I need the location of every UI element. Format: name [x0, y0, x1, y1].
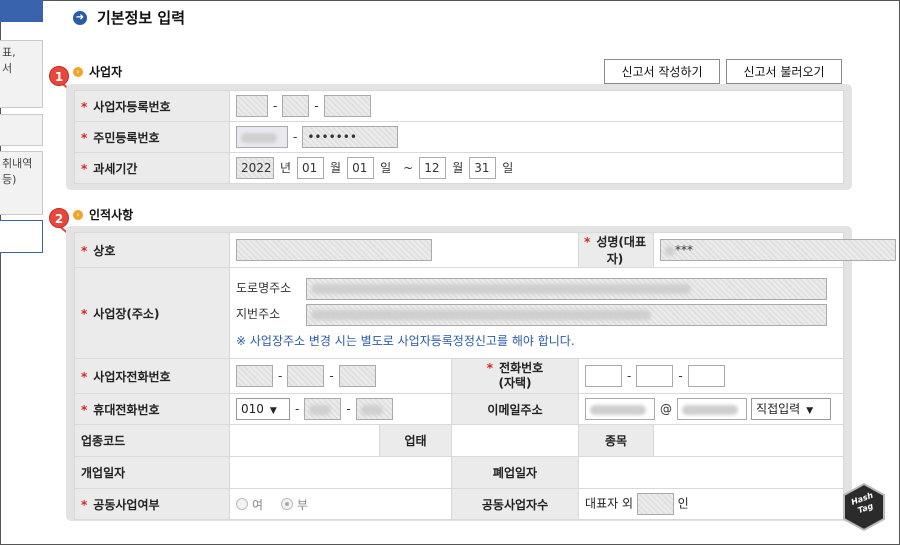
chevron-down-icon: ▼ — [269, 406, 277, 416]
day-unit: 일 — [502, 160, 514, 175]
business-item-value — [653, 424, 844, 457]
rep-except-text: 대표자 외 — [585, 496, 634, 511]
sidebar-item-4[interactable] — [0, 220, 43, 253]
tax-period-label: * 과세기간 — [74, 152, 230, 184]
sidebar-item-3[interactable]: 취내역 등) — [0, 151, 43, 215]
bizno-part2-input[interactable] — [282, 95, 310, 117]
end-day-input[interactable]: 31 — [469, 157, 497, 179]
rep-name-label: * 성명(대표자) — [578, 232, 655, 268]
home-phone-label: * 전화번호 (자택) — [450, 358, 580, 394]
email-domain-select[interactable]: 직접입력 ▼ — [751, 398, 832, 420]
arrow-right-circle-icon: › — [73, 66, 83, 77]
trade-name-label: * 상호 — [74, 232, 230, 268]
joint-business-label: * 공동사업여부 — [74, 488, 230, 520]
joint-no-label: 부 — [296, 497, 308, 512]
open-date-label: 개업일자 — [74, 456, 230, 489]
section-title-personal: › 인적사항 — [73, 206, 133, 223]
business-item-label: 종목 — [578, 424, 655, 457]
business-type-value — [450, 424, 580, 457]
page-title-text: 기본정보 입력 — [97, 9, 186, 27]
joint-yes-radio[interactable] — [236, 498, 248, 510]
biz-phone-part2-input[interactable] — [287, 365, 325, 387]
email-domain-input[interactable] — [677, 398, 748, 420]
resident-back-input[interactable]: ••••••• — [302, 126, 399, 148]
mobile-part2-input[interactable] — [304, 398, 342, 420]
business-type-label: 업태 — [379, 424, 452, 457]
email-id-input[interactable] — [585, 398, 656, 420]
address-change-note: ※ 사업장주소 변경 시는 별도로 사업자등록정정신고를 해야 합니다. — [236, 333, 575, 348]
road-address-label: 도로명주소 — [236, 281, 292, 295]
biz-phone-part1-input[interactable] — [236, 365, 273, 387]
sidebar-item-3-label: 취내역 등) — [2, 157, 33, 186]
range-tilde: ~ — [403, 160, 414, 175]
load-report-button[interactable]: 신고서 불러오기 — [726, 59, 842, 84]
hashtag-logo: Hash Tag — [842, 482, 886, 532]
month-unit: 월 — [330, 160, 342, 175]
day-unit: 일 — [380, 160, 392, 175]
section-title-business-text: 사업자 — [89, 65, 123, 79]
personal-panel: * 상호 * 성명(대표자) *** * 사업장(주소) 도로명주소 지번주소 ※ 사… — [66, 226, 897, 521]
close-date-label: 폐업일자 — [450, 456, 580, 489]
email-label: 이메일주소 — [450, 393, 580, 425]
biz-phone-label: * 사업자전화번호 — [74, 358, 230, 394]
bizno-part3-input[interactable] — [323, 95, 371, 117]
open-date-value — [229, 456, 452, 489]
sidebar-item-2[interactable] — [0, 114, 43, 146]
trade-name-input[interactable] — [236, 239, 432, 261]
write-report-button[interactable]: 신고서 작성하기 — [604, 59, 720, 84]
end-month-input[interactable]: 12 — [419, 157, 447, 179]
biz-phone-part3-input[interactable] — [338, 365, 376, 387]
road-address-input[interactable] — [306, 277, 827, 300]
section-title-personal-text: 인적사항 — [89, 208, 134, 222]
address-label: * 사업장(주소) — [74, 267, 230, 359]
bizno-label: * 사업자등록번호 — [74, 90, 230, 122]
industry-code-value — [229, 424, 380, 457]
resident-front-input[interactable] — [236, 126, 288, 148]
mobile-prefix-select[interactable]: 010 ▼ — [236, 398, 290, 420]
home-phone-part3-input[interactable] — [687, 365, 725, 387]
sidebar-item-1-label: 표, 서 — [2, 46, 16, 75]
arrow-right-circle-icon: › — [73, 209, 83, 220]
lot-address-input[interactable] — [306, 303, 827, 326]
year-unit: 년 — [280, 160, 292, 175]
mobile-label: * 휴대전화번호 — [74, 393, 230, 425]
joint-count-label: 공동사업자수 — [450, 488, 580, 520]
home-phone-part2-input[interactable] — [636, 365, 674, 387]
email-at-sign: @ — [660, 401, 673, 416]
mobile-part3-input[interactable] — [355, 398, 393, 420]
close-date-value — [578, 456, 844, 489]
arrow-right-circle-icon: ➜ — [73, 10, 87, 25]
rep-name-input[interactable]: *** — [660, 239, 897, 261]
bizno-part1-input[interactable] — [236, 95, 268, 117]
personal-form-table: * 상호 * 성명(대표자) *** * 사업장(주소) 도로명주소 지번주소 ※ 사… — [74, 232, 897, 520]
industry-code-label: 업종코드 — [74, 424, 230, 457]
home-phone-part1-input[interactable] — [585, 365, 623, 387]
business-form-table: * 사업자등록번호 -- * 주민등록번호 - ••••••• * 과세기간 2022 년… — [74, 90, 844, 184]
sidebar-item-1[interactable]: 표, 서 — [0, 40, 43, 108]
joint-count-input[interactable] — [636, 493, 674, 515]
joint-no-radio[interactable] — [280, 498, 293, 510]
chevron-down-icon: ▼ — [806, 406, 814, 416]
page-title: ➜ 기본정보 입력 — [73, 7, 185, 28]
start-month-input[interactable]: 01 — [297, 157, 325, 179]
lot-address-label: 지번주소 — [236, 307, 281, 321]
tax-year-input[interactable]: 2022 — [236, 157, 274, 179]
step-badge-2: 2 — [49, 208, 69, 228]
resident-number-label: * 주민등록번호 — [74, 121, 230, 153]
step-badge-1: 1 — [49, 66, 69, 86]
section-title-business: › 사업자 — [73, 63, 122, 80]
start-day-input[interactable]: 01 — [347, 157, 375, 179]
person-unit: 인 — [677, 496, 689, 511]
joint-yes-label: 여 — [252, 497, 264, 512]
sidebar-active-tab[interactable] — [0, 0, 43, 22]
month-unit: 월 — [452, 160, 464, 175]
business-panel: * 사업자등록번호 -- * 주민등록번호 - ••••••• * 과세기간 2022 년… — [66, 84, 852, 190]
